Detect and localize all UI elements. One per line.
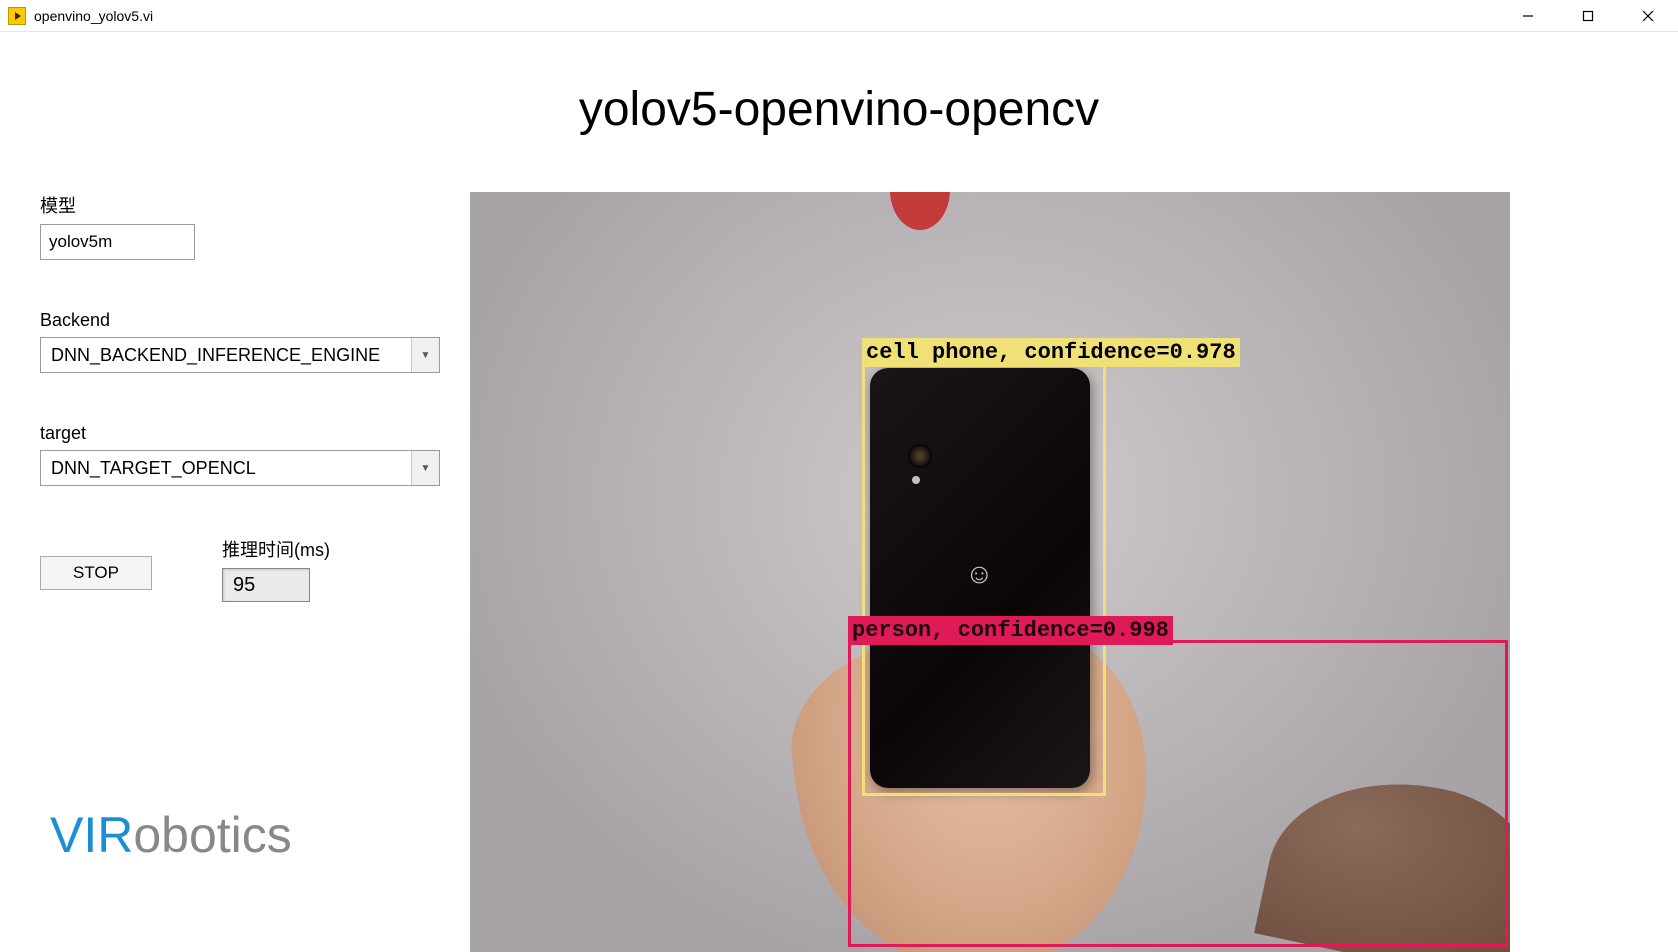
target-group: target DNN_TARGET_OPENCL ▼ <box>40 423 430 486</box>
close-icon <box>1642 10 1654 22</box>
inference-time-group: 推理时间(ms) 95 <box>222 536 330 602</box>
controls-panel: 模型 Backend DNN_BACKEND_INFERENCE_ENGINE … <box>0 32 470 944</box>
inference-time-label: 推理时间(ms) <box>222 536 330 562</box>
model-group: 模型 <box>40 192 430 260</box>
backend-value: DNN_BACKEND_INFERENCE_ENGINE <box>41 338 411 372</box>
content-area: yolov5-openvino-opencv 模型 Backend DNN_BA… <box>0 32 1678 944</box>
backend-label: Backend <box>40 310 430 331</box>
logo-part2: R <box>97 807 133 863</box>
target-label: target <box>40 423 430 444</box>
close-button[interactable] <box>1618 0 1678 32</box>
target-value: DNN_TARGET_OPENCL <box>41 451 411 485</box>
target-select[interactable]: DNN_TARGET_OPENCL ▼ <box>40 450 440 486</box>
minimize-button[interactable] <box>1498 0 1558 32</box>
stop-group: STOP <box>40 536 152 602</box>
stop-button[interactable]: STOP <box>40 556 152 590</box>
maximize-icon <box>1582 10 1594 22</box>
window-title: openvino_yolov5.vi <box>34 8 153 24</box>
maximize-button[interactable] <box>1558 0 1618 32</box>
chevron-down-icon: ▼ <box>411 451 439 485</box>
backend-select[interactable]: DNN_BACKEND_INFERENCE_ENGINE ▼ <box>40 337 440 373</box>
chevron-down-icon: ▼ <box>411 338 439 372</box>
logo: VIRobotics <box>50 806 292 864</box>
inference-time-value: 95 <box>222 568 310 602</box>
titlebar: openvino_yolov5.vi <box>0 0 1678 32</box>
model-label: 模型 <box>40 192 430 218</box>
app-icon <box>8 7 26 25</box>
model-input[interactable] <box>40 224 195 260</box>
bottom-controls: STOP 推理时间(ms) 95 <box>40 536 430 602</box>
detection-label-phone: cell phone, confidence=0.978 <box>862 338 1240 367</box>
logo-part1: VI <box>50 807 97 863</box>
detection-label-person: person, confidence=0.998 <box>848 616 1173 645</box>
logo-part3: obotics <box>133 807 291 863</box>
titlebar-left: openvino_yolov5.vi <box>0 7 153 25</box>
backend-group: Backend DNN_BACKEND_INFERENCE_ENGINE ▼ <box>40 310 430 373</box>
minimize-icon <box>1522 10 1534 22</box>
window-controls <box>1498 0 1678 32</box>
video-display: ☺ cell phone, confidence=0.978 person, c… <box>470 192 1510 952</box>
detection-box-phone <box>862 362 1106 796</box>
